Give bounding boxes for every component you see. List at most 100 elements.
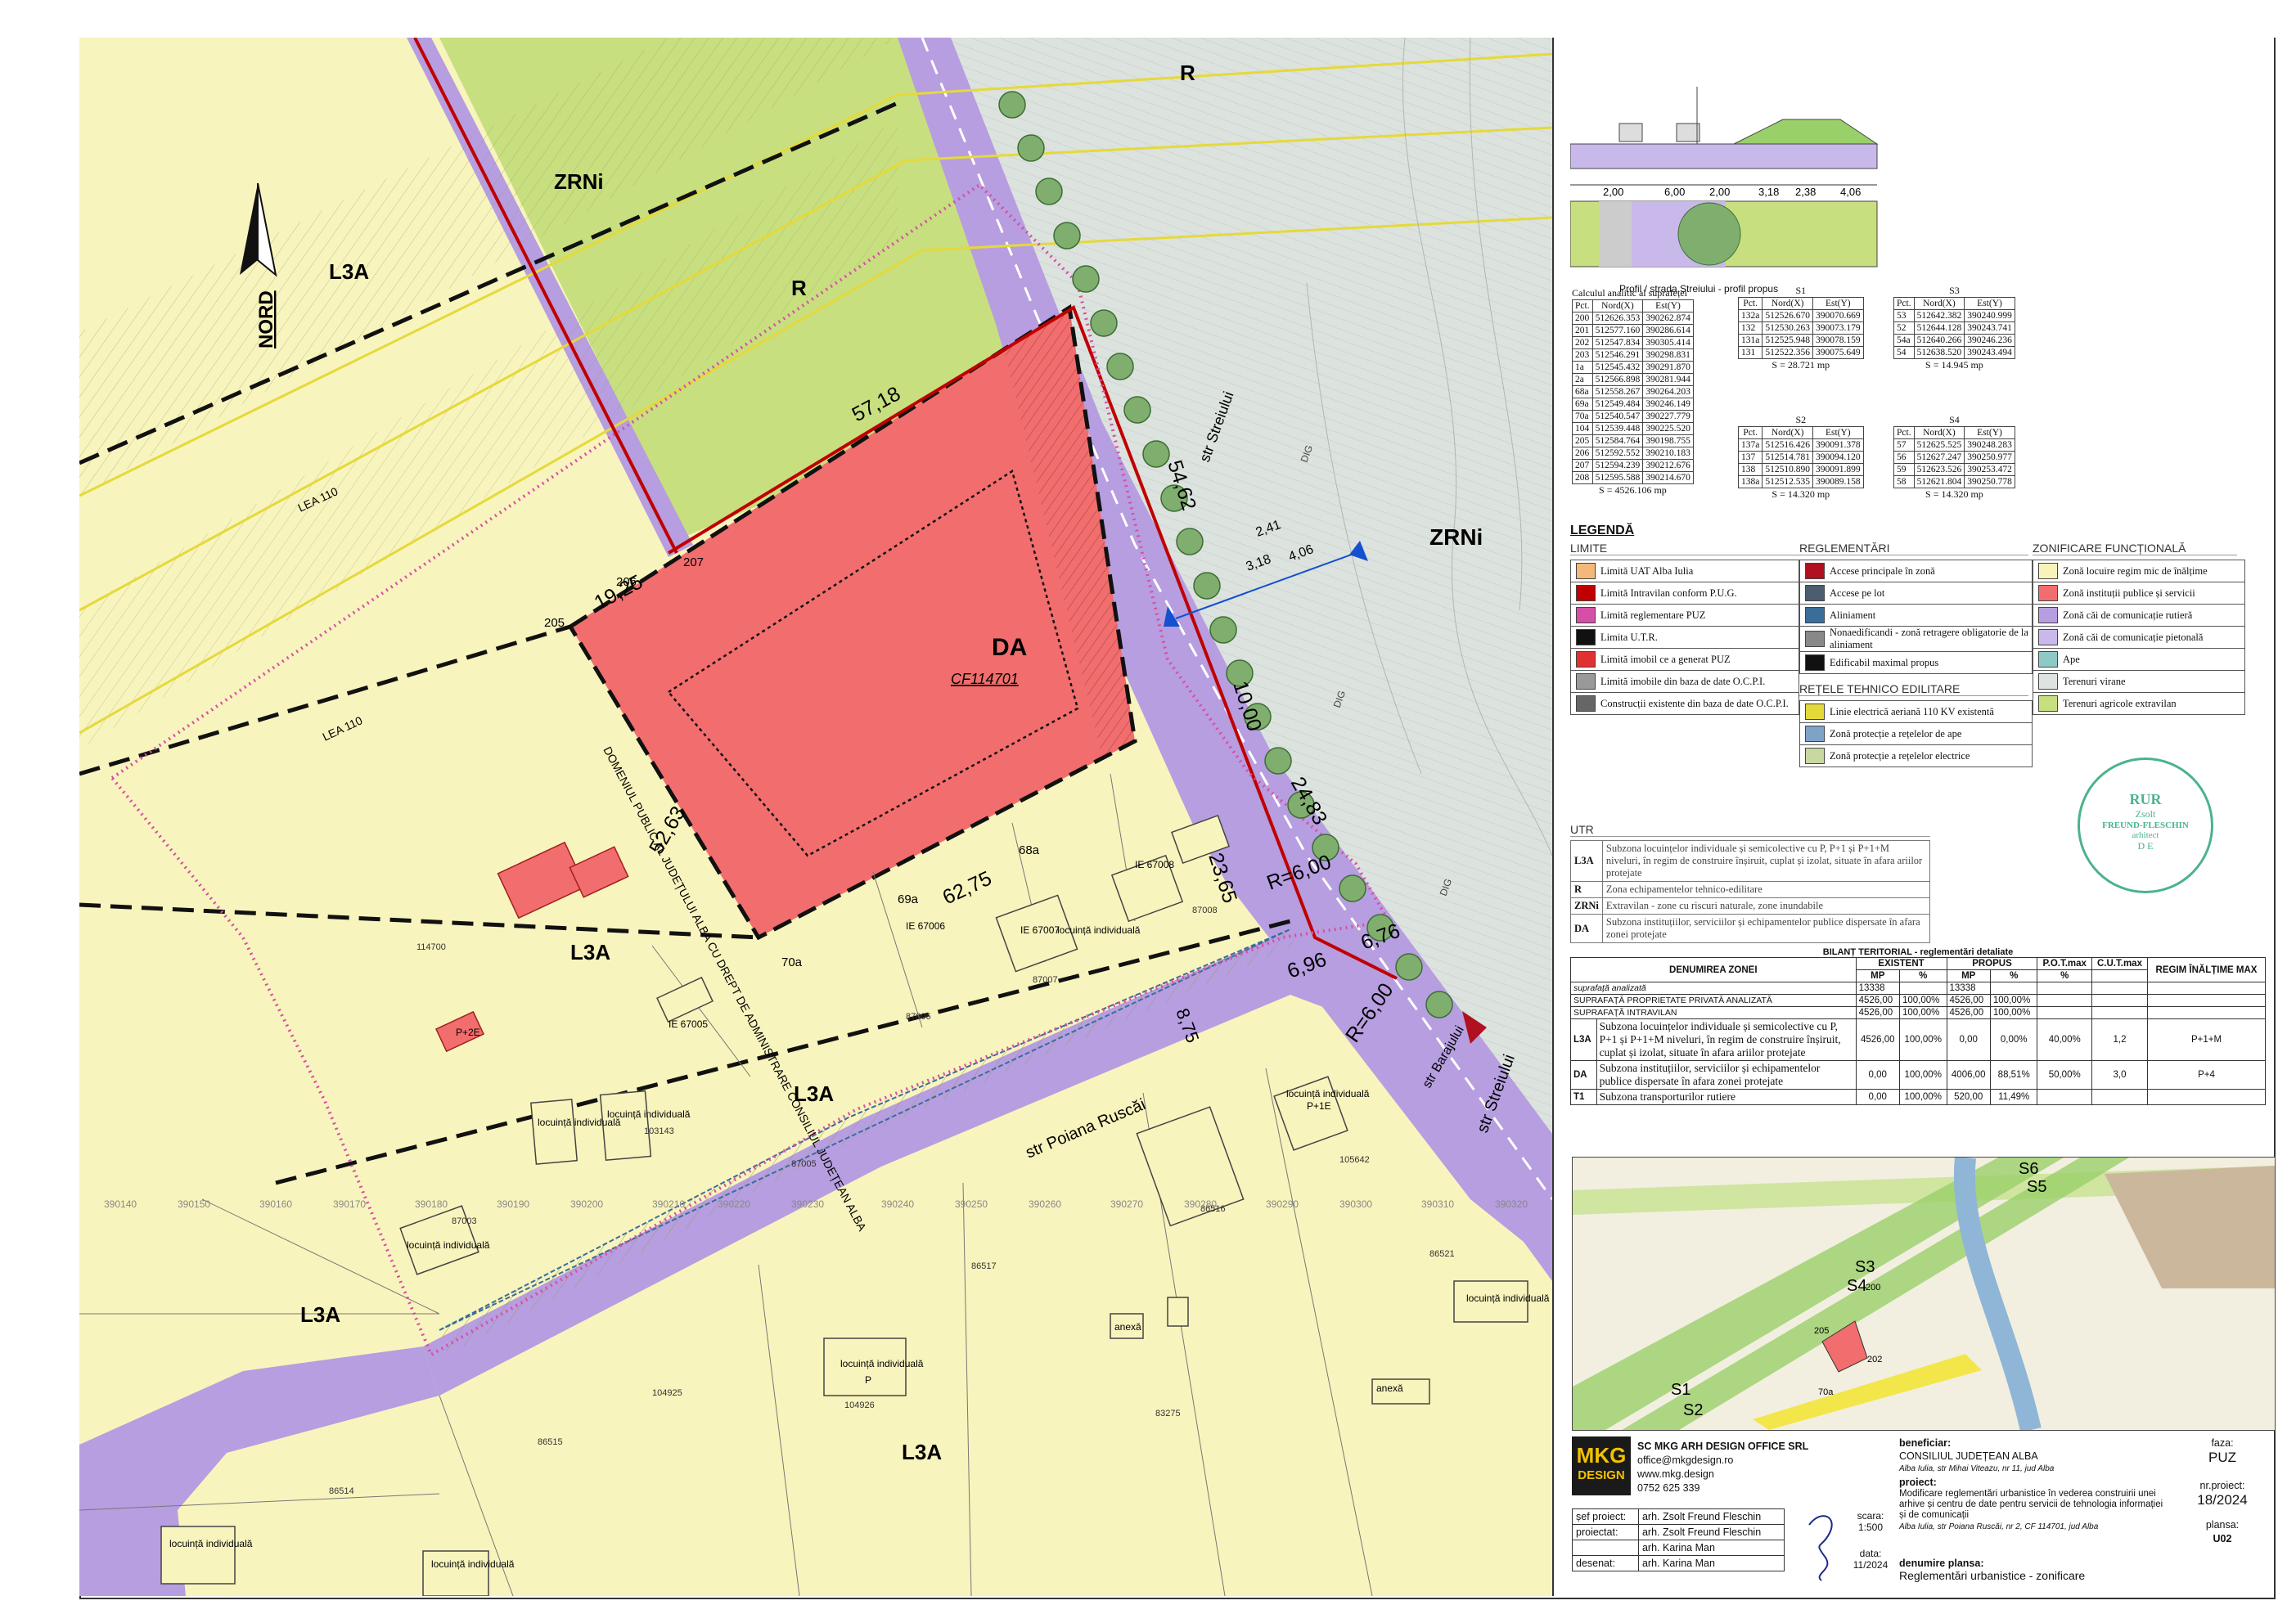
company-info: SC MKG ARH DESIGN OFFICE SRL office@mkgd… bbox=[1637, 1441, 1809, 1494]
zone-label-l3a2: L3A bbox=[570, 940, 610, 964]
coord-row: 132a 512526.670 390070.669 bbox=[1737, 309, 1864, 322]
coord-row: 54 512638.520 390243.494 bbox=[1893, 346, 2015, 359]
svg-text:390280: 390280 bbox=[1184, 1198, 1217, 1210]
svg-text:390270: 390270 bbox=[1110, 1198, 1143, 1210]
sheet-title: denumire plansa: Reglementări urbanistic… bbox=[1899, 1558, 2086, 1582]
legend-regulations: REGLEMENTĂRI Accese principale în zonă Ac… bbox=[1799, 542, 2033, 767]
profile-dim-6: 4,06 bbox=[1840, 186, 1861, 198]
coord-row: 208 512595.588 390214.670 bbox=[1572, 471, 1694, 484]
svg-text:locuință individuală: locuință individuală bbox=[840, 1358, 924, 1369]
legend-swatch bbox=[1805, 631, 1825, 647]
architect-stamp: RUR Zsolt FREUND-FLESCHIN arhitect D E bbox=[2078, 758, 2213, 893]
profile-dim-1: 2,00 bbox=[1603, 186, 1623, 198]
bilant-row: DA Subzona instituțiilor, serviciilor și … bbox=[1570, 1060, 2266, 1090]
coord-row: 131a 512525.948 390078.159 bbox=[1737, 334, 1864, 347]
svg-text:83275: 83275 bbox=[1155, 1409, 1181, 1418]
svg-text:69a: 69a bbox=[898, 892, 919, 906]
coord-row: 137a 512516.426 390091.378 bbox=[1737, 438, 1864, 452]
coords-main-area: S = 4526.106 mp bbox=[1599, 484, 1667, 496]
svg-text:S1: S1 bbox=[1671, 1381, 1690, 1399]
legend-item: Aliniament bbox=[1799, 604, 2033, 627]
location-inset-map: S6 S5 S3 S4 S1 S2 200 205 202 70a bbox=[1572, 1157, 2276, 1431]
coord-row: 132 512530.263 390073.179 bbox=[1737, 321, 1864, 335]
svg-text:205: 205 bbox=[544, 616, 565, 630]
coord-row: 54a 512640.266 390246.236 bbox=[1893, 334, 2015, 347]
svg-text:202: 202 bbox=[1867, 1355, 1882, 1364]
svg-text:104926: 104926 bbox=[844, 1400, 875, 1410]
coord-row: 68a 512558.267 390264.203 bbox=[1572, 385, 1694, 398]
zoning-map: NORD L3A ZRNi R R ZRNi DA CF114701 L3A L… bbox=[79, 38, 1552, 1596]
svg-text:206: 206 bbox=[616, 575, 637, 589]
zone-label-zrni: ZRNi bbox=[554, 169, 604, 194]
svg-text:86521: 86521 bbox=[1429, 1249, 1455, 1259]
legend-limits: LIMITE Limită UAT Alba Iulia Limită Intra… bbox=[1570, 542, 1799, 715]
phase-info: faza: PUZ nr.proiect: 18/2024 plansa: U0… bbox=[2197, 1437, 2248, 1544]
legend-swatch bbox=[1576, 673, 1596, 690]
svg-text:390180: 390180 bbox=[415, 1198, 448, 1210]
svg-text:locuință individuală: locuință individuală bbox=[1286, 1088, 1370, 1099]
coord-row: 200 512626.353 390262.874 bbox=[1572, 312, 1694, 325]
legend-panel: 2,00 6,00 2,00 3,18 2,38 4,06 Profil / s… bbox=[1552, 38, 2276, 1596]
svg-text:locuință individuală: locuință individuală bbox=[407, 1239, 490, 1251]
legend-item: Zonă căi de comunicație rutieră bbox=[2033, 604, 2245, 627]
svg-text:390200: 390200 bbox=[570, 1198, 603, 1210]
coords-s4: S4 Pct. Nord(X) Est(Y) 57 512625.525 390248.2… bbox=[1893, 414, 2015, 501]
svg-text:70a: 70a bbox=[1818, 1387, 1834, 1397]
legend-item: Limită imobil ce a generat PUZ bbox=[1570, 648, 1799, 671]
svg-text:87005: 87005 bbox=[791, 1159, 817, 1169]
coord-row: 70a 512540.547 390227.779 bbox=[1572, 410, 1694, 423]
coords-title: Calculul analitic al suprafeței bbox=[1572, 287, 1687, 299]
bilant-row: L3A Subzona locuințelor individuale și se… bbox=[1570, 1018, 2266, 1061]
legend-swatch bbox=[1805, 563, 1825, 579]
coords-s1: S1 Pct. Nord(X) Est(Y) 132a 512526.670 390070… bbox=[1737, 285, 1864, 371]
legend-item: Zonă locuire regim mic de înălțime bbox=[2033, 560, 2245, 582]
project-info: beneficiar: CONSILIUL JUDEȚEAN ALBA Alba… bbox=[1899, 1437, 2163, 1531]
coord-row: 1a 512545.432 390291.870 bbox=[1572, 361, 1694, 374]
coord-row: 131 512522.356 390075.649 bbox=[1737, 346, 1864, 359]
svg-text:P+1E: P+1E bbox=[1307, 1100, 1331, 1112]
svg-text:390220: 390220 bbox=[718, 1198, 750, 1210]
svg-text:locuință individuală: locuință individuală bbox=[607, 1108, 691, 1120]
legend-swatch bbox=[1576, 563, 1596, 579]
zone-label-l3a4: L3A bbox=[300, 1302, 340, 1327]
svg-text:104925: 104925 bbox=[652, 1388, 682, 1398]
bilant-sum-row: SUPRAFAȚĂ PROPRIETATE PRIVATĂ ANALIZATĂ 4… bbox=[1570, 994, 2266, 1007]
coord-row: 201 512577.160 390286.614 bbox=[1572, 324, 1694, 337]
svg-text:IE 67007: IE 67007 bbox=[1020, 924, 1060, 936]
legend-swatch bbox=[1576, 695, 1596, 712]
legend-swatch bbox=[2038, 695, 2058, 712]
svg-text:S4: S4 bbox=[1847, 1277, 1866, 1295]
coord-row: 138 512510.890 390091.899 bbox=[1737, 463, 1864, 476]
coord-row: 206 512592.552 390210.183 bbox=[1572, 447, 1694, 460]
svg-text:390150: 390150 bbox=[178, 1198, 210, 1210]
utr-section: UTR L3A Subzona locuințelor individuale ș… bbox=[1570, 823, 1931, 943]
legend-swatch bbox=[2038, 607, 2058, 623]
utr-row: DA Subzona instituțiilor, serviciilor și … bbox=[1570, 914, 1931, 943]
cf-number: CF114701 bbox=[951, 671, 1019, 687]
title-block: MKG DESIGN SC MKG ARH DESIGN OFFICE SRL … bbox=[1572, 1436, 2274, 1596]
svg-text:70a: 70a bbox=[781, 955, 803, 969]
legend-item: Linie electrică aeriană 110 KV existentă bbox=[1799, 700, 2033, 723]
legend-swatch bbox=[1805, 704, 1825, 720]
legend-swatch bbox=[1805, 607, 1825, 623]
legend-item: Edificabil maximal propus bbox=[1799, 651, 2033, 674]
svg-text:390320: 390320 bbox=[1495, 1198, 1528, 1210]
legend-item: Limită Intravilan conform P.U.G. bbox=[1570, 582, 1799, 605]
svg-text:S6: S6 bbox=[2019, 1160, 2038, 1178]
coord-row: 52 512644.128 390243.741 bbox=[1893, 321, 2015, 335]
zone-label-zrni2: ZRNi bbox=[1429, 524, 1483, 550]
zone-label-l3a: L3A bbox=[329, 259, 369, 284]
coords-table-main: Pct. Nord(X) Est(Y) 200 512626.353 390262.87… bbox=[1572, 299, 1694, 484]
north-label: NORD bbox=[255, 290, 277, 348]
coord-row: 69a 512549.484 390246.149 bbox=[1572, 398, 1694, 411]
svg-text:S5: S5 bbox=[2027, 1178, 2046, 1196]
svg-text:P: P bbox=[865, 1374, 871, 1386]
inset-canvas: S6 S5 S3 S4 S1 S2 200 205 202 70a bbox=[1573, 1158, 2275, 1430]
coord-row: 137 512514.781 390094.120 bbox=[1737, 451, 1864, 464]
zone-label-r: R bbox=[791, 276, 807, 300]
zone-label-l3a5: L3A bbox=[902, 1440, 942, 1464]
legend-item: Zonă protecție a rețelelor de ape bbox=[1799, 722, 2033, 745]
bilant-section: BILANȚ TERITORIAL - reglementări detalia… bbox=[1570, 947, 2266, 1105]
coord-row: 205 512584.764 390198.755 bbox=[1572, 434, 1694, 447]
svg-text:390210: 390210 bbox=[652, 1198, 685, 1210]
